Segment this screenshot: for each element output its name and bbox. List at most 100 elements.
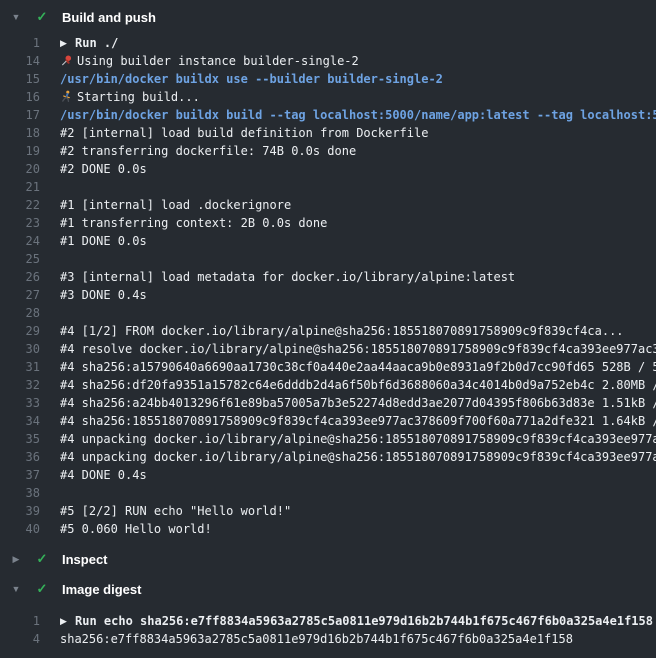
log-line[interactable]: 17/usr/bin/docker buildx build --tag loc…	[0, 106, 656, 124]
line-number[interactable]: 38	[0, 484, 40, 502]
log-line[interactable]: 28	[0, 304, 656, 322]
log-line[interactable]: 21	[0, 178, 656, 196]
step-title: Image digest	[62, 582, 141, 597]
line-text: #5 0.060 Hello world!	[60, 520, 656, 538]
line-text: #3 [internal] load metadata for docker.i…	[60, 268, 656, 286]
log-line[interactable]: 18 #2 [internal] load build definition fr…	[0, 124, 656, 142]
log-section-image-digest: ▼ ✓ Image digest 1▶Run echo sha256:e7ff8…	[0, 578, 656, 648]
log-line[interactable]: 31 #4 sha256:a15790640a6690aa1730c38cf0a4…	[0, 358, 656, 376]
line-text: #1 transferring context: 2B 0.0s done	[60, 214, 656, 232]
log-line[interactable]: 15/usr/bin/docker buildx use --builder b…	[0, 70, 656, 88]
step-header-build-and-push[interactable]: ▼ ✓ Build and push	[0, 6, 656, 28]
line-text: #1 [internal] load .dockerignore	[60, 196, 656, 214]
line-number[interactable]: 17	[0, 106, 40, 124]
line-number[interactable]: 14	[0, 52, 40, 70]
pin-icon	[60, 52, 77, 70]
line-number[interactable]: 20	[0, 160, 40, 178]
line-number[interactable]: 29	[0, 322, 40, 340]
line-text: #4 resolve docker.io/library/alpine@sha2…	[60, 340, 656, 358]
log-line[interactable]: 1 ▶Run ./	[0, 34, 656, 52]
log-section-build-and-push: ▼ ✓ Build and push 1 ▶Run ./ 14 Using build…	[0, 6, 656, 538]
line-number[interactable]: 1	[0, 612, 40, 630]
line-number[interactable]: 31	[0, 358, 40, 376]
log-line[interactable]: 24 #1 DONE 0.0s	[0, 232, 656, 250]
log-line[interactable]: 20 #2 DONE 0.0s	[0, 160, 656, 178]
line-number[interactable]: 22	[0, 196, 40, 214]
line-number[interactable]: 18	[0, 124, 40, 142]
line-text: ▶Run ./	[60, 34, 656, 52]
line-text: #4 sha256:a15790640a6690aa1730c38cf0a440…	[60, 358, 656, 376]
line-text: #4 [1/2] FROM docker.io/library/alpine@s…	[60, 322, 656, 340]
run-expander-icon[interactable]: ▶	[60, 613, 75, 630]
log-line[interactable]: 1▶Run echo sha256:e7ff8834a5963a2785c5a0…	[0, 612, 656, 630]
log-section-inspect: ▶ ✓ Inspect	[0, 548, 656, 570]
line-number[interactable]: 39	[0, 502, 40, 520]
runner-icon	[60, 88, 77, 106]
line-number[interactable]: 25	[0, 250, 40, 268]
check-icon: ✓	[34, 9, 50, 25]
line-number[interactable]: 16	[0, 88, 40, 106]
log-line[interactable]: 38	[0, 484, 656, 502]
line-number[interactable]: 24	[0, 232, 40, 250]
line-number[interactable]: 1	[0, 34, 40, 52]
line-text: #4 unpacking docker.io/library/alpine@sh…	[60, 430, 656, 448]
chevron-down-icon[interactable]: ▼	[8, 12, 24, 22]
line-text	[60, 250, 656, 268]
log-line[interactable]: 14 Using builder instance builder-single-…	[0, 52, 656, 70]
chevron-right-icon[interactable]: ▶	[8, 554, 24, 565]
log-line[interactable]: 4sha256:e7ff8834a5963a2785c5a0811e979d16…	[0, 630, 656, 648]
line-text: Starting build...	[60, 88, 656, 106]
line-text: Using builder instance builder-single-2	[60, 52, 656, 70]
actions-log-viewer: ▼ ✓ Build and push 1▶Run ./14Using build…	[0, 0, 656, 658]
line-number[interactable]: 30	[0, 340, 40, 358]
line-number[interactable]: 36	[0, 448, 40, 466]
line-text: /usr/bin/docker buildx use --builder bui…	[60, 70, 656, 88]
chevron-down-icon[interactable]: ▼	[8, 584, 24, 594]
line-text: #2 [internal] load build definition from…	[60, 124, 656, 142]
log-lines-image-digest: 1▶Run echo sha256:e7ff8834a5963a2785c5a0…	[0, 612, 656, 648]
log-line[interactable]: 33#4 sha256:a24bb4013296f61e89ba57005a7b…	[0, 394, 656, 412]
run-expander-icon[interactable]: ▶	[60, 35, 75, 52]
line-text: #4 DONE 0.4s	[60, 466, 656, 484]
log-line[interactable]: 35 #4 unpacking docker.io/library/alpine@…	[0, 430, 656, 448]
line-text: #2 DONE 0.0s	[60, 160, 656, 178]
line-number[interactable]: 21	[0, 178, 40, 196]
log-line[interactable]: 37 #4 DONE 0.4s	[0, 466, 656, 484]
line-number[interactable]: 28	[0, 304, 40, 322]
line-number[interactable]: 26	[0, 268, 40, 286]
check-icon: ✓	[34, 551, 50, 567]
step-title: Inspect	[62, 552, 108, 567]
log-line[interactable]: 16 Starting build...	[0, 88, 656, 106]
line-number[interactable]: 34	[0, 412, 40, 430]
log-line[interactable]: 23 #1 transferring context: 2B 0.0s done	[0, 214, 656, 232]
step-header-image-digest[interactable]: ▼ ✓ Image digest	[0, 578, 656, 600]
log-line[interactable]: 30 #4 resolve docker.io/library/alpine@sh…	[0, 340, 656, 358]
line-text: #1 DONE 0.0s	[60, 232, 656, 250]
log-line[interactable]: 40 #5 0.060 Hello world!	[0, 520, 656, 538]
line-number[interactable]: 35	[0, 430, 40, 448]
log-line[interactable]: 39 #5 [2/2] RUN echo "Hello world!"	[0, 502, 656, 520]
line-text	[60, 178, 656, 196]
line-number[interactable]: 19	[0, 142, 40, 160]
log-line[interactable]: 36 #4 unpacking docker.io/library/alpine@…	[0, 448, 656, 466]
line-text: #4 unpacking docker.io/library/alpine@sh…	[60, 448, 656, 466]
line-text: #5 [2/2] RUN echo "Hello world!"	[60, 502, 656, 520]
line-number[interactable]: 40	[0, 520, 40, 538]
log-line[interactable]: 25	[0, 250, 656, 268]
log-line[interactable]: 26 #3 [internal] load metadata for docker…	[0, 268, 656, 286]
log-line[interactable]: 22 #1 [internal] load .dockerignore	[0, 196, 656, 214]
line-number[interactable]: 23	[0, 214, 40, 232]
log-line[interactable]: 19#2 transferring dockerfile: 74B 0.0s d…	[0, 142, 656, 160]
step-header-inspect[interactable]: ▶ ✓ Inspect	[0, 548, 656, 570]
log-line[interactable]: 32#4 sha256:df20fa9351a15782c64e6dddb2d4…	[0, 376, 656, 394]
line-number[interactable]: 37	[0, 466, 40, 484]
line-number[interactable]: 4	[0, 630, 40, 648]
log-line[interactable]: 34#4 sha256:185518070891758909c9f839cf4c…	[0, 412, 656, 430]
line-number[interactable]: 27	[0, 286, 40, 304]
log-line[interactable]: 29 #4 [1/2] FROM docker.io/library/alpine…	[0, 322, 656, 340]
line-number[interactable]: 32	[0, 376, 40, 394]
line-number[interactable]: 15	[0, 70, 40, 88]
line-number[interactable]: 33	[0, 394, 40, 412]
log-line[interactable]: 27#3 DONE 0.4s	[0, 286, 656, 304]
line-text	[60, 484, 656, 502]
